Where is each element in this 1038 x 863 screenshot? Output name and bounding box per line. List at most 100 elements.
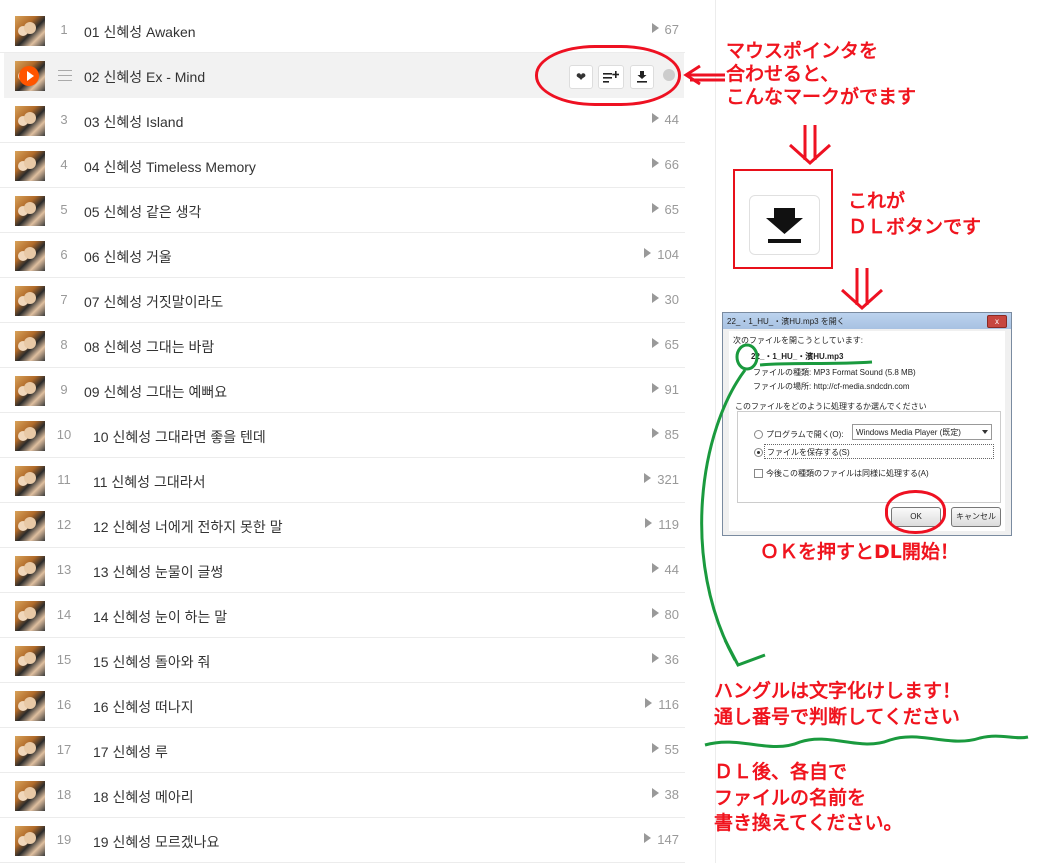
dialog-file-type: ファイルの種類: MP3 Format Sound (5.8 MB) [753,368,916,377]
album-thumbnail[interactable] [15,421,45,451]
track-row[interactable]: 19 19 신혜성 모르겠나요 147 [0,818,685,863]
album-thumbnail[interactable] [15,691,45,721]
track-title[interactable]: 08 신혜성 그대는 바람 [84,337,214,357]
play-count: 321 [644,472,679,487]
album-thumbnail[interactable] [15,601,45,631]
album-thumbnail[interactable] [15,466,45,496]
play-count-icon [651,203,659,213]
track-row[interactable]: 18 18 신혜성 메아리 38 [0,773,685,818]
track-number: 16 [56,697,72,712]
download-button-zoom [749,195,820,255]
open-with-select[interactable]: Windows Media Player (既定) [852,424,992,440]
track-row[interactable]: 16 16 신혜성 떠나지 116 [0,683,685,728]
album-thumbnail[interactable] [15,241,45,271]
track-row[interactable]: 14 14 신혜성 눈이 하는 말 80 [0,593,685,638]
track-number: 5 [60,202,68,217]
track-title[interactable]: 13 신혜성 눈물이 글썽 [93,562,223,582]
rename-note-line-1: ＤＬ後、各自で [714,761,848,783]
play-icon[interactable] [19,66,39,86]
track-title[interactable]: 04 신혜성 Timeless Memory [84,157,256,177]
track-title[interactable]: 17 신혜성 루 [93,742,168,762]
dialog-file-location: ファイルの場所: http://cf-media.sndcdn.com [753,382,910,391]
track-title[interactable]: 07 신혜성 거짓말이라도 [84,292,223,312]
play-count-icon [644,473,652,483]
track-title[interactable]: 03 신혜성 Island [84,112,183,132]
album-thumbnail[interactable] [15,826,45,856]
hangul-note-line-1: ハングルは文字化けします！ [714,680,962,702]
dl-note-line-2: ＤＬボタンです [848,215,982,238]
track-number: 17 [56,742,72,757]
track-row[interactable]: 12 12 신혜성 너에게 전하지 못한 말 119 [0,503,685,548]
open-with-radio[interactable] [754,430,763,439]
album-thumbnail[interactable] [15,736,45,766]
album-thumbnail[interactable] [15,151,45,181]
track-row[interactable]: 6 06 신혜성 거울 104 [0,233,685,278]
track-title[interactable]: 02 신혜성 Ex - Mind [84,67,205,87]
dialog-close-button[interactable]: x [987,315,1007,328]
track-row[interactable]: 15 15 신혜성 돌아와 줘 36 [0,638,685,683]
album-thumbnail[interactable] [15,646,45,676]
track-title[interactable]: 11 신혜성 그대라서 [93,472,205,492]
play-count: 67 [651,22,679,37]
save-file-radio[interactable] [754,448,763,457]
album-thumbnail[interactable] [15,196,45,226]
track-title[interactable]: 14 신혜성 눈이 하는 말 [93,607,227,627]
cancel-button[interactable]: キャンセル [951,507,1001,527]
track-title[interactable]: 06 신혜성 거울 [84,247,172,267]
album-thumbnail[interactable] [15,376,45,406]
track-row[interactable]: 13 13 신혜성 눈물이 글썽 44 [0,548,685,593]
play-count-icon [651,158,659,168]
remember-checkbox[interactable] [754,469,763,478]
album-thumbnail[interactable] [15,556,45,586]
track-title[interactable]: 12 신혜성 너에게 전하지 못한 말 [93,517,283,537]
album-thumbnail[interactable] [15,511,45,541]
save-file-label: ファイルを保存する(S) [767,448,850,457]
track-number: 18 [56,787,72,802]
track-title[interactable]: 09 신혜성 그대는 예뻐요 [84,382,227,402]
track-number: 3 [60,112,68,127]
track-row[interactable]: 17 17 신혜성 루 55 [0,728,685,773]
album-thumbnail[interactable] [15,331,45,361]
track-title[interactable]: 15 신혜성 돌아와 줘 [93,652,210,672]
album-thumbnail[interactable] [15,781,45,811]
track-title[interactable]: 05 신혜성 같은 생각 [84,202,201,222]
album-thumbnail[interactable] [15,61,45,91]
track-number: 8 [60,337,68,352]
track-title[interactable]: 01 신혜성 Awaken [84,22,196,42]
dialog-opening-label: 次のファイルを開こうとしています: [733,336,863,345]
hangul-note: ハングルは文字化けします！ 通し番号で判断してください [714,679,961,730]
rename-note: ＤＬ後、各自で ファイルの名前を 書き換えてください。 [714,760,902,837]
play-count-icon [651,653,659,663]
play-count-icon [651,23,659,33]
dialog-options-group: プログラムで開く(O): Windows Media Player (既定) フ… [737,411,1001,503]
dialog-filename: 22_・1_HU_・濱HU.mp3 [751,352,844,361]
track-title[interactable]: 10 신혜성 그대라면 좋을 텐데 [93,427,266,447]
play-count: 66 [651,157,679,172]
ok-note: ＯＫを押すとDL開始！ [760,541,959,563]
drag-handle-icon[interactable] [58,70,72,81]
play-count-value: 38 [664,787,679,802]
play-count-icon [645,698,653,708]
track-row[interactable]: 7 07 신혜성 거짓말이라도 30 [0,278,685,323]
track-row[interactable]: 5 05 신혜성 같은 생각 65 [0,188,685,233]
play-count-icon [651,428,659,438]
track-row[interactable]: 8 08 신혜성 그대는 바람 65 [0,323,685,368]
album-thumbnail[interactable] [15,286,45,316]
track-row[interactable]: 9 09 신혜성 그대는 예뻐요 91 [0,368,685,413]
track-row[interactable]: 11 11 신혜성 그대라서 321 [0,458,685,503]
track-title[interactable]: 18 신혜성 메아리 [93,787,194,807]
album-thumbnail[interactable] [15,106,45,136]
track-title[interactable]: 19 신혜성 모르겠나요 [93,832,219,852]
highlight-circle [535,45,681,106]
track-row[interactable]: 10 10 신혜성 그대라면 좋을 텐데 85 [0,413,685,458]
track-list: 1 01 신혜성 Awaken 67 02 신혜성 Ex - Mind ❤ 3 03 신혜성… [0,0,715,863]
hangul-note-line-2: 通し番号で判断してください [714,705,960,728]
save-file-option[interactable]: ファイルを保存する(S) [764,444,994,459]
dl-button-zoom [733,169,833,269]
album-thumbnail[interactable] [15,16,45,46]
track-title[interactable]: 16 신혜성 떠나지 [93,697,194,717]
play-count-value: 65 [664,202,679,217]
track-number: 12 [56,517,72,532]
track-row[interactable]: 4 04 신혜성 Timeless Memory 66 [0,143,685,188]
play-count: 65 [651,202,679,217]
